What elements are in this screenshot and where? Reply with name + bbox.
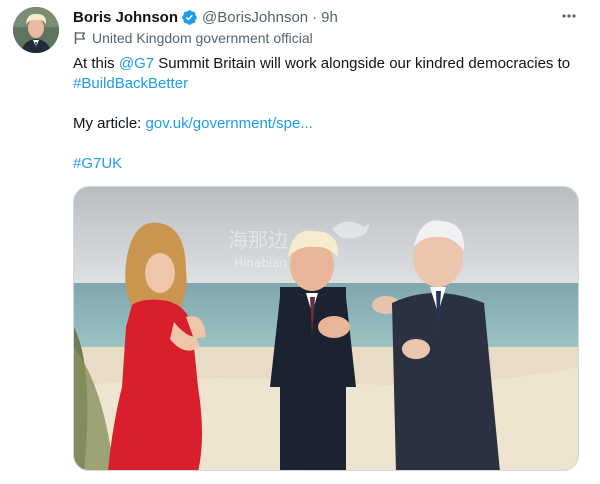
tweet-photo[interactable]: 海那边 Hinabian [73, 186, 579, 471]
avatar[interactable] [13, 7, 59, 53]
author-name[interactable]: Boris Johnson [73, 9, 178, 26]
more-options-icon [562, 14, 576, 18]
tweet-text-segment: Summit Britain will work alongside our k… [154, 55, 571, 72]
mention-link-g7[interactable]: @G7 [119, 55, 154, 72]
article-prefix: My article: [73, 115, 146, 132]
watermark-text-cn: 海那边 [228, 228, 288, 252]
tweet-text-hashtag: #G7UK [73, 154, 122, 174]
tweet-text-line-2: #BuildBackBetter [73, 74, 188, 94]
flag-icon [74, 32, 86, 44]
government-label: United Kingdom government official [73, 30, 313, 46]
tweet-time[interactable]: 9h [321, 9, 338, 26]
photo-g7-summit: 海那边 Hinabian [74, 187, 578, 470]
separator-dot: · [312, 8, 318, 26]
watermark-text-en: Hinabian [234, 256, 287, 270]
hashtag-buildbackbetter[interactable]: #BuildBackBetter [73, 75, 188, 92]
government-label-text: United Kingdom government official [92, 30, 313, 46]
tweet-text-line-1: At this @G7 Summit Britain will work alo… [73, 54, 570, 74]
verified-badge-icon [182, 9, 197, 25]
more-options-button[interactable] [556, 6, 582, 26]
tweet-card[interactable]: Boris Johnson @BorisJohnson · 9h United … [0, 0, 600, 484]
tweet-text-segment: At this [73, 55, 119, 72]
article-link[interactable]: gov.uk/government/spe... [146, 115, 313, 132]
hashtag-g7uk[interactable]: #G7UK [73, 155, 122, 172]
tweet-text-article: My article: gov.uk/government/spe... [73, 114, 313, 134]
tweet-header: Boris Johnson @BorisJohnson · 9h [73, 6, 338, 28]
author-handle[interactable]: @BorisJohnson [202, 9, 308, 26]
